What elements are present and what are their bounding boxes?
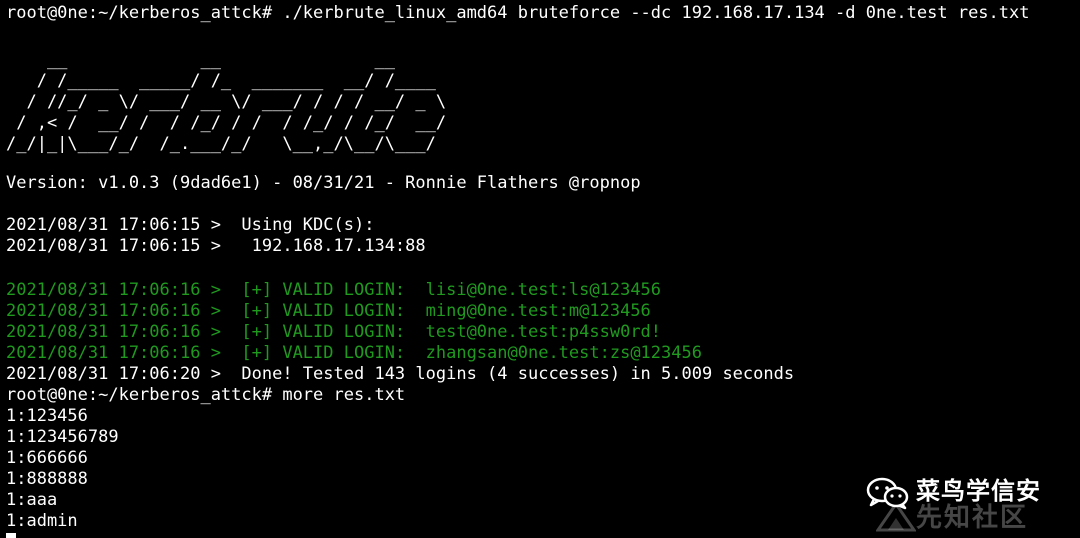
file-line: 1:123456789 xyxy=(6,427,119,447)
watermark: 菜鸟学信安 先知社区 xyxy=(866,472,1072,534)
terminal-window[interactable]: root@0ne:~/kerberos_attck# ./kerbrute_li… xyxy=(0,0,1080,538)
kerbrute-banner: __ __ __ / /_____ _____/ /_ _______ __/ … xyxy=(6,50,447,154)
terminal-cursor xyxy=(6,533,16,538)
kdc-address-line: 2021/08/31 17:06:15 > 192.168.17.134:88 xyxy=(6,236,426,256)
valid-login-line: 2021/08/31 17:06:16 > [+] VALID LOGIN: t… xyxy=(6,322,662,342)
file-line: 1:admin xyxy=(6,511,78,531)
valid-login-line: 2021/08/31 17:06:16 > [+] VALID LOGIN: m… xyxy=(6,301,651,321)
wechat-icon xyxy=(866,477,909,510)
watermark-subtitle: 先知社区 xyxy=(916,503,1029,533)
valid-login-line: 2021/08/31 17:06:16 > [+] VALID LOGIN: l… xyxy=(6,280,662,300)
kdc-line: 2021/08/31 17:06:15 > Using KDC(s): xyxy=(6,215,375,235)
file-line: 1:aaa xyxy=(6,490,58,510)
command-line: root@0ne:~/kerberos_attck# ./kerbrute_li… xyxy=(6,3,1030,23)
done-line: 2021/08/31 17:06:20 > Done! Tested 143 l… xyxy=(6,364,795,384)
more-command-line: root@0ne:~/kerberos_attck# more res.txt xyxy=(6,385,406,405)
valid-login-line: 2021/08/31 17:06:16 > [+] VALID LOGIN: z… xyxy=(6,343,702,363)
file-line: 1:666666 xyxy=(6,448,88,468)
version-line: Version: v1.0.3 (9dad6e1) - 08/31/21 - R… xyxy=(6,173,641,193)
file-line: 1:888888 xyxy=(6,469,88,489)
file-line: 1:123456 xyxy=(6,406,88,426)
